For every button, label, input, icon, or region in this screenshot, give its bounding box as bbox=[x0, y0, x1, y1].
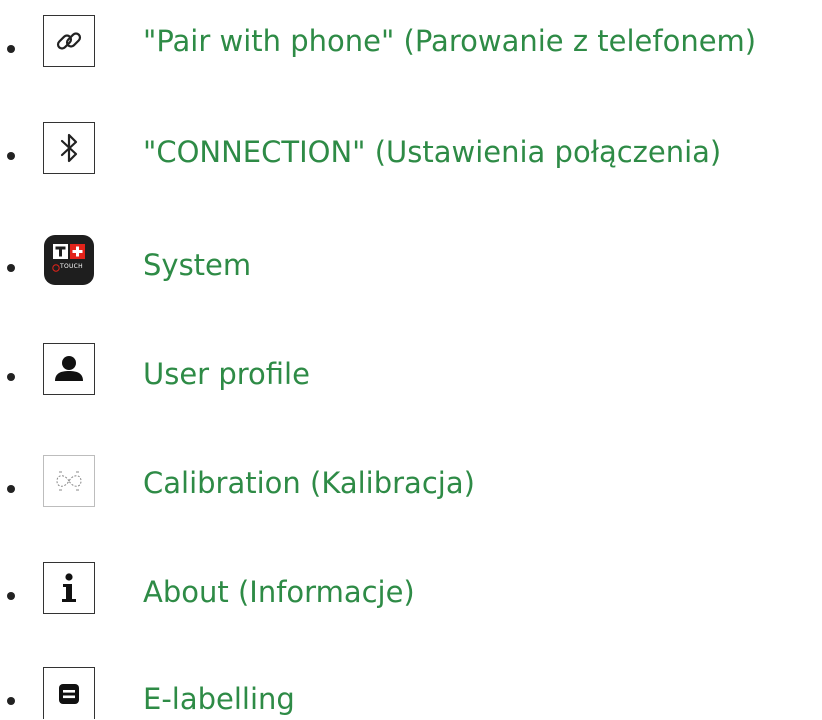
user-profile-link[interactable]: User profile bbox=[143, 356, 310, 392]
bullet bbox=[7, 592, 15, 600]
user-icon bbox=[43, 343, 95, 395]
e-labelling-link[interactable]: E-labelling bbox=[143, 681, 295, 717]
bullet bbox=[7, 152, 15, 160]
bullet bbox=[7, 373, 15, 381]
settings-menu-list: "Pair with phone" (Parowanie z telefonem… bbox=[0, 0, 822, 720]
bullet bbox=[7, 45, 15, 53]
list-item-pair-with-phone: "Pair with phone" (Parowanie z telefonem… bbox=[0, 15, 822, 75]
link-icon bbox=[43, 15, 95, 67]
list-item-system: TOUCH System bbox=[0, 234, 822, 294]
document-lines-icon bbox=[43, 667, 95, 719]
connection-link[interactable]: "CONNECTION" (Ustawienia połączenia) bbox=[143, 134, 721, 170]
tissot-t-touch-app-icon bbox=[43, 234, 95, 286]
bullet bbox=[7, 697, 15, 705]
system-link[interactable]: System bbox=[143, 247, 251, 283]
pair-with-phone-link[interactable]: "Pair with phone" (Parowanie z telefonem… bbox=[143, 23, 756, 59]
list-item-connection: "CONNECTION" (Ustawienia połączenia) bbox=[0, 122, 822, 182]
bullet bbox=[7, 485, 15, 493]
calibration-link[interactable]: Calibration (Kalibracja) bbox=[143, 465, 475, 501]
list-item-calibration: Calibration (Kalibracja) bbox=[0, 455, 822, 515]
list-item-user-profile: User profile bbox=[0, 343, 822, 403]
info-icon bbox=[43, 562, 95, 614]
about-link[interactable]: About (Informacje) bbox=[143, 574, 415, 610]
bluetooth-icon bbox=[43, 122, 95, 174]
list-item-e-labelling: E-labelling bbox=[0, 667, 822, 720]
app-icon-text: TOUCH bbox=[60, 263, 83, 270]
bullet bbox=[7, 264, 15, 272]
list-item-about: About (Informacje) bbox=[0, 562, 822, 622]
infinity-calibration-icon bbox=[43, 455, 95, 507]
